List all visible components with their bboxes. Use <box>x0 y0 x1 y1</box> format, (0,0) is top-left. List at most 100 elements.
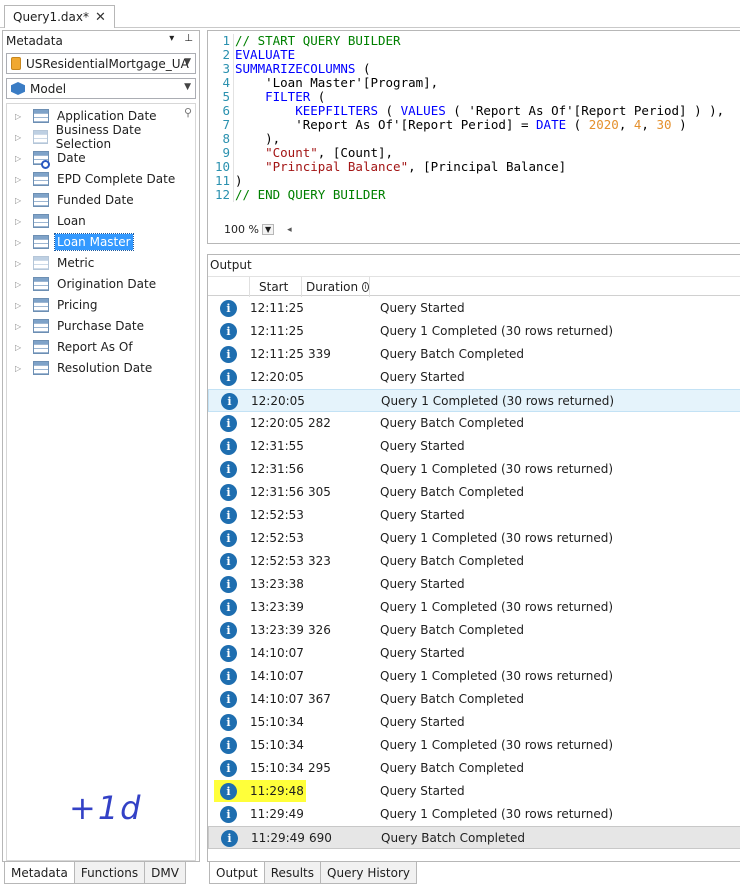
output-cell-message: Query Started <box>380 301 465 315</box>
output-row[interactable]: i 12:11:25 Query 1 Completed (30 rows retu… <box>208 320 740 343</box>
tab-dmv[interactable]: DMV <box>144 862 186 884</box>
expand-arrow-icon[interactable]: ▷ <box>15 112 25 121</box>
output-row[interactable]: i 11:29:49 Query 1 Completed (30 rows retu… <box>208 803 740 826</box>
tree-item-table[interactable]: ▷ Business Date Selection <box>7 123 195 151</box>
metadata-pane-title: Metadata <box>6 34 63 48</box>
code-keyword: FILTER <box>265 89 311 104</box>
tree-item-label: Loan <box>57 214 86 228</box>
output-cell-start: 12:20:05 <box>250 370 304 384</box>
output-row[interactable]: i 13:23:39 326 Query Batch Completed <box>208 619 740 642</box>
tree-item-table[interactable]: ▷ EPD Complete Date <box>7 169 177 189</box>
expand-arrow-icon[interactable]: ▷ <box>15 196 25 205</box>
code-keyword: KEEPFILTERS <box>295 103 379 118</box>
tree-item-table[interactable]: ▷ Metric <box>7 253 96 273</box>
info-icon: i <box>220 599 237 616</box>
expand-arrow-icon[interactable]: ▷ <box>15 364 25 373</box>
info-icon: i <box>220 737 237 754</box>
tree-item-table[interactable]: ▷ Origination Date <box>7 274 158 294</box>
output-row[interactable]: i 13:23:38 Query Started <box>208 573 740 596</box>
dax-code[interactable]: // START QUERY BUILDER EVALUATE SUMMARIZ… <box>233 34 724 202</box>
tree-item-table[interactable]: ▷ Purchase Date <box>7 316 146 336</box>
query-editor[interactable]: 1 2 3 4 5 6 7 8 9 10 11 12 // START QUERY BUILDER E… <box>207 30 740 244</box>
expand-arrow-icon[interactable]: ▷ <box>15 217 25 226</box>
output-row[interactable]: i 15:10:34 Query 1 Completed (30 rows retu… <box>208 734 740 757</box>
output-pane: Output Start Duration i i 12:11:25 Query S… <box>207 254 740 862</box>
output-row[interactable]: i 12:52:53 Query 1 Completed (30 rows retu… <box>208 527 740 550</box>
output-row[interactable]: i 13:23:39 Query 1 Completed (30 rows retu… <box>208 596 740 619</box>
output-cell-start: 12:31:55 <box>250 439 304 453</box>
output-cell-message: Query Started <box>380 508 465 522</box>
chevron-down-icon[interactable]: ▼ <box>261 224 275 235</box>
column-header-duration[interactable]: Duration i <box>302 277 370 297</box>
output-row[interactable]: i 12:52:53 323 Query Batch Completed <box>208 550 740 573</box>
tree-item-table[interactable]: ▷ Resolution Date <box>7 358 154 378</box>
code-string: "Principal Balance" <box>265 159 409 174</box>
column-header-start[interactable]: Start <box>250 277 302 297</box>
expand-arrow-icon[interactable]: ▷ <box>15 175 25 184</box>
expand-arrow-icon[interactable]: ▷ <box>15 259 25 268</box>
expand-arrow-icon[interactable]: ▷ <box>15 301 25 310</box>
tree-item-table[interactable]: ▷ Report As Of <box>7 337 135 357</box>
tree-item-table[interactable]: ▷ Loan Master <box>7 232 134 252</box>
chevron-down-icon[interactable]: ▾ <box>169 33 174 44</box>
output-row[interactable]: i 12:31:56 Query 1 Completed (30 rows retu… <box>208 458 740 481</box>
model-select[interactable]: Model ▼ <box>6 78 196 99</box>
tree-item-table[interactable]: ▷ Date <box>7 148 88 169</box>
info-icon: i <box>220 507 237 524</box>
database-select[interactable]: USResidentialMortgage_UA ▼ <box>6 53 196 74</box>
output-cell-message: Query 1 Completed (30 rows returned) <box>380 462 614 476</box>
output-row[interactable]: i 12:20:05 282 Query Batch Completed <box>208 412 740 435</box>
expand-arrow-icon[interactable]: ▷ <box>15 133 25 142</box>
tab-functions[interactable]: Functions <box>73 862 146 884</box>
chevron-down-icon[interactable]: ▼ <box>184 82 191 92</box>
output-row[interactable]: i 11:29:49 690 Query Batch Completed <box>208 826 740 849</box>
output-cell-message: Query Batch Completed <box>380 347 525 361</box>
pin-icon[interactable]: ⊥ <box>184 33 193 44</box>
zoom-control[interactable]: 100 % ▼ ◂ <box>224 223 292 236</box>
column-header-icon[interactable] <box>208 277 250 297</box>
tree-item-label: Date <box>57 151 86 165</box>
expand-arrow-icon[interactable]: ▷ <box>15 343 25 352</box>
output-row[interactable]: i 14:10:07 367 Query Batch Completed <box>208 688 740 711</box>
info-icon: i <box>220 783 237 800</box>
metadata-pane: Metadata ▾ ⊥ USResidentialMortgage_UA ▼ … <box>2 30 200 862</box>
output-row[interactable]: i 12:20:05 Query 1 Completed (30 rows retu… <box>208 389 740 412</box>
table-icon <box>33 277 49 291</box>
tree-item-label: Report As Of <box>57 340 133 354</box>
chevron-down-icon[interactable]: ▼ <box>184 57 191 67</box>
output-row[interactable]: i 15:10:34 Query Started <box>208 711 740 734</box>
code-number: 2020 <box>588 117 619 132</box>
output-row[interactable]: i 15:10:34 295 Query Batch Completed <box>208 757 740 780</box>
output-row[interactable]: i 14:10:07 Query 1 Completed (30 rows retu… <box>208 665 740 688</box>
output-cell-duration: 326 <box>308 623 331 637</box>
output-row[interactable]: i 12:20:05 Query Started <box>208 366 740 389</box>
tree-item-table[interactable]: ▷ Pricing <box>7 295 99 315</box>
close-icon[interactable]: ✕ <box>95 10 106 25</box>
expand-arrow-icon[interactable]: ▷ <box>15 280 25 289</box>
output-row[interactable]: i 12:31:56 305 Query Batch Completed <box>208 481 740 504</box>
output-row[interactable]: i 11:29:48 Query Started <box>208 780 740 803</box>
code-keyword: EVALUATE <box>235 47 296 62</box>
output-cell-start: 11:29:49 <box>251 831 305 845</box>
expand-arrow-icon[interactable]: ▷ <box>15 322 25 331</box>
tab-results[interactable]: Results <box>263 862 322 884</box>
tab-query-history[interactable]: Query History <box>320 862 418 884</box>
output-row[interactable]: i 12:52:53 Query Started <box>208 504 740 527</box>
info-icon: i <box>220 553 237 570</box>
expand-arrow-icon[interactable]: ▷ <box>15 154 25 163</box>
tab-metadata[interactable]: Metadata <box>4 862 75 884</box>
query-document-tab[interactable]: Query1.dax* ✕ <box>4 5 115 28</box>
search-icon[interactable]: ⚲ <box>184 106 192 119</box>
output-row[interactable]: i 14:10:07 Query Started <box>208 642 740 665</box>
output-row[interactable]: i 12:11:25 339 Query Batch Completed <box>208 343 740 366</box>
tree-item-table[interactable]: ▷ Funded Date <box>7 190 136 210</box>
expand-arrow-icon[interactable]: ▷ <box>15 238 25 247</box>
output-row[interactable]: i 12:11:25 Query Started <box>208 297 740 320</box>
output-row[interactable]: i 12:31:55 Query Started <box>208 435 740 458</box>
table-icon <box>33 319 49 333</box>
scroll-left-icon[interactable]: ◂ <box>287 225 292 235</box>
tab-output[interactable]: Output <box>209 862 265 884</box>
output-bottom-tabs: Output Results Query History <box>209 862 418 886</box>
tree-item-table[interactable]: ▷ Loan <box>7 211 88 231</box>
column-header-message[interactable] <box>370 277 740 297</box>
